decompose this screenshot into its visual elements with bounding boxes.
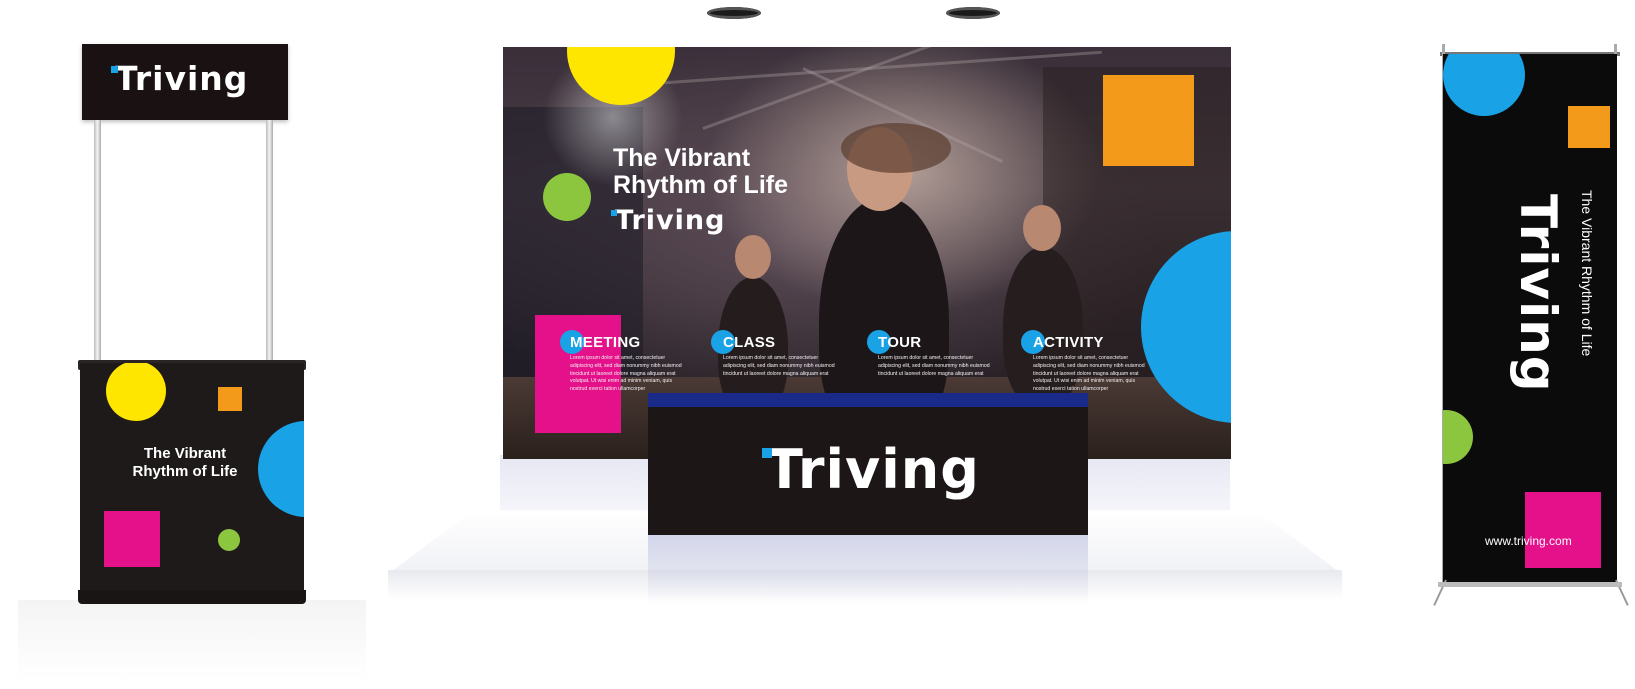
runner-left-head (735, 235, 771, 279)
runner-right-head (1023, 205, 1061, 251)
orange-square-shape (1103, 75, 1194, 166)
counter-pole-right (266, 120, 273, 363)
logo-square-icon (111, 66, 118, 73)
rollup-tagline: The Vibrant Rhythm of Life (1579, 190, 1595, 357)
section-title-tour: TOUR (878, 334, 922, 351)
table-logo: Triving (762, 443, 980, 497)
counter-header-sign: Triving (82, 44, 288, 120)
blue-circle-shape (1443, 54, 1525, 116)
section-title-activity: ACTIVITY (1033, 334, 1104, 351)
logo-wordmark: Triving (766, 438, 980, 501)
table-reflection (648, 535, 1088, 605)
backdrop-logo: Triving (611, 205, 726, 236)
yellow-circle-shape (106, 363, 166, 421)
green-circle-shape (543, 173, 591, 221)
magenta-square-shape (104, 511, 160, 567)
counter-header-logo: Triving (111, 59, 249, 98)
section-title-class: CLASS (723, 334, 776, 351)
tagline-line-1: The Vibrant (143, 445, 227, 462)
tagline-line-2: Rhythm of Life (132, 463, 238, 480)
headline-line-2: Rhythm of Life (613, 171, 788, 199)
backdrop-headline: The Vibrant Rhythm of Life (613, 145, 788, 199)
rollup-base (1438, 582, 1622, 587)
blue-circle-shape (258, 421, 304, 517)
section-body-class: Lorem ipsum dolor sit amet, consectetuer… (723, 355, 835, 377)
green-circle-shape (218, 529, 240, 551)
ceiling-light-left (707, 7, 761, 19)
orange-square-shape (1568, 106, 1610, 148)
runner-center-hair (841, 123, 951, 173)
headline-line-1: The Vibrant (613, 144, 751, 172)
counter-base (78, 590, 306, 604)
logo-wordmark: Triving (615, 205, 726, 236)
counter-tagline: The Vibrant Rhythm of Life (110, 445, 260, 481)
section-body-tour: Lorem ipsum dolor sit amet, consectetuer… (878, 355, 990, 377)
counter-floor-shadow (18, 600, 366, 680)
logo-square-icon (762, 448, 772, 458)
orange-square-shape (218, 387, 242, 411)
green-circle-shape (1443, 410, 1473, 464)
table-cloth: Triving (648, 407, 1088, 535)
ceiling-light-right (946, 7, 1000, 19)
logo-wordmark: Triving (1509, 194, 1567, 393)
rollup-logo: Triving (1509, 194, 1567, 393)
magenta-square-shape (1525, 492, 1601, 568)
section-body-meeting: Lorem ipsum dolor sit amet, consectetuer… (570, 355, 682, 393)
logo-square-icon (611, 210, 617, 216)
counter-body: The Vibrant Rhythm of Life (80, 363, 304, 599)
rollup-website: www.triving.com (1485, 534, 1572, 548)
section-title-meeting: MEETING (570, 334, 641, 351)
logo-wordmark: Triving (115, 59, 249, 98)
counter-pole-left (94, 120, 101, 363)
rollup-banner: Triving The Vibrant Rhythm of Life www.t… (1443, 54, 1617, 582)
section-body-activity: Lorem ipsum dolor sit amet, consectetuer… (1033, 355, 1145, 393)
